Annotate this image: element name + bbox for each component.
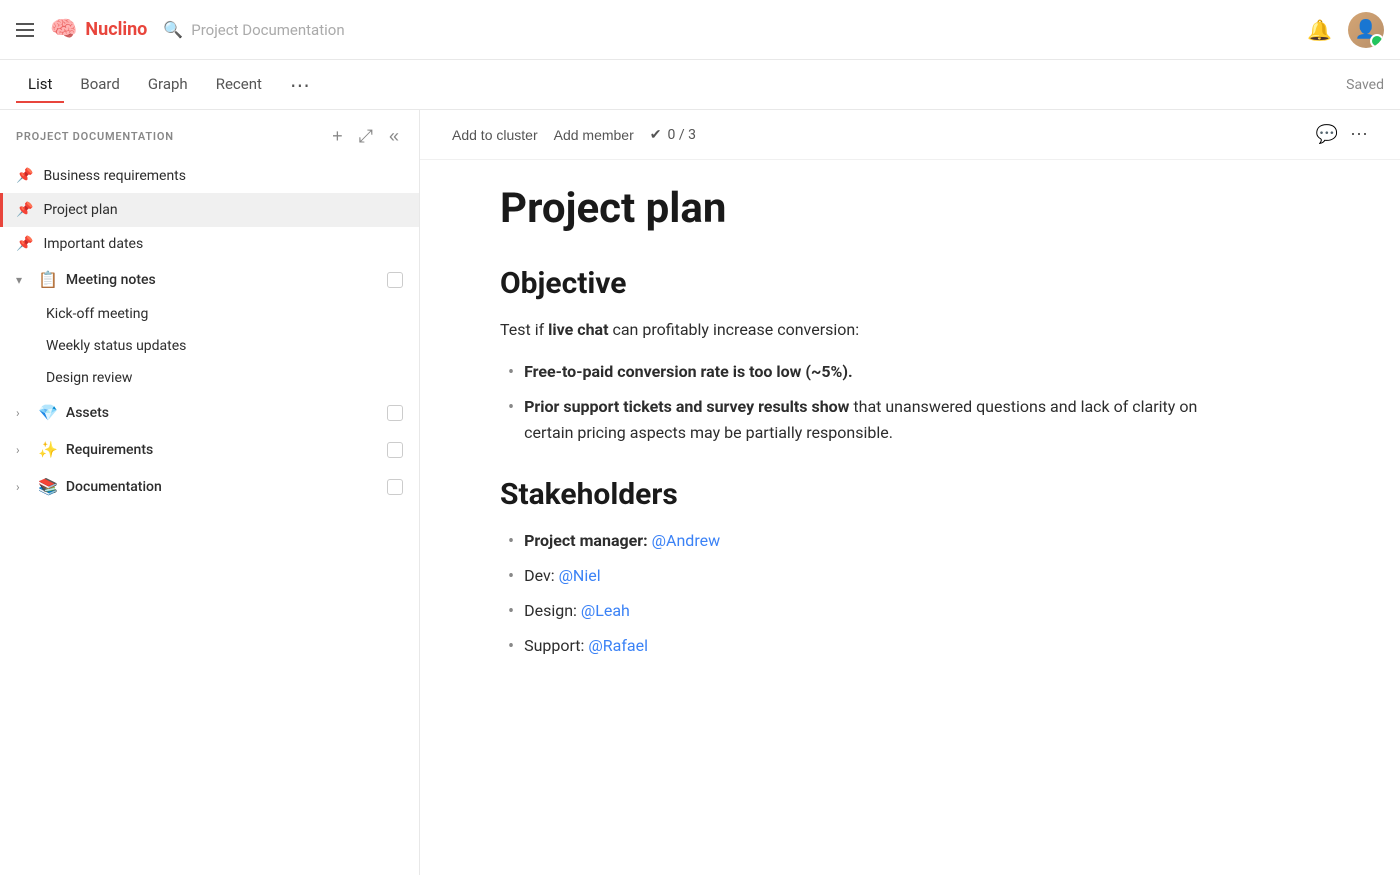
stakeholder-design: Design: @Leah	[500, 598, 1240, 625]
chevron-right-icon: ›	[16, 480, 30, 494]
pin-icon: 📌	[16, 168, 33, 184]
topbar-right: 🔔 👤	[1307, 12, 1384, 48]
document-title: Project plan	[500, 184, 1240, 234]
chevron-right-icon: ›	[16, 406, 30, 420]
search-placeholder: Project Documentation	[191, 21, 344, 39]
objective-heading: Objective	[500, 266, 1240, 301]
search-area[interactable]: 🔍 Project Documentation	[163, 20, 1291, 39]
sidebar-collapse-button[interactable]: «	[385, 124, 403, 149]
group-label: Assets	[66, 405, 379, 421]
logo-icon: 🧠	[50, 17, 77, 42]
group-label: Meeting notes	[66, 272, 379, 288]
tabs-more-icon[interactable]: ⋯	[282, 65, 318, 105]
sidebar-item-business-requirements[interactable]: 📌 Business requirements	[0, 159, 419, 193]
stakeholder-dev-link[interactable]: @Niel	[559, 566, 601, 585]
user-avatar[interactable]: 👤	[1348, 12, 1384, 48]
notification-bell-icon[interactable]: 🔔	[1307, 18, 1332, 42]
avatar-image: 👤	[1348, 12, 1384, 48]
hamburger-menu[interactable]	[16, 23, 34, 37]
group-emoji: ✨	[38, 440, 58, 459]
stakeholder-dev-text: Dev: @Niel	[524, 563, 601, 589]
task-count: ✔ 0 / 3	[650, 127, 696, 143]
tab-list[interactable]: List	[16, 67, 64, 103]
group-label: Documentation	[66, 479, 379, 495]
chevron-right-icon: ›	[16, 443, 30, 457]
chevron-down-icon: ▾	[16, 273, 30, 287]
add-to-cluster-button[interactable]: Add to cluster	[452, 125, 538, 145]
search-icon: 🔍	[163, 20, 183, 39]
group-checkbox[interactable]	[387, 272, 403, 288]
bullet-item-2: Prior support tickets and survey results…	[500, 394, 1240, 445]
document-content: Project plan Objective Test if live chat…	[420, 160, 1320, 752]
stakeholder-support-link[interactable]: @Rafael	[588, 636, 648, 655]
sidebar-group-meeting-notes[interactable]: ▾ 📋 Meeting notes	[0, 261, 419, 298]
sidebar-item-label: Important dates	[43, 236, 403, 252]
objective-bullets: Free-to-paid conversion rate is too low …	[500, 359, 1240, 445]
logo-text: Nuclino	[85, 19, 147, 40]
task-count-value: 0 / 3	[668, 127, 696, 143]
tab-graph[interactable]: Graph	[136, 67, 200, 103]
logo[interactable]: 🧠 Nuclino	[50, 17, 147, 42]
sidebar-item-project-plan[interactable]: 📌 Project plan	[0, 193, 419, 227]
sidebar-item-label: Project plan	[43, 202, 403, 218]
sidebar-child-design-review[interactable]: Design review	[0, 362, 419, 394]
more-options-icon[interactable]: ⋯	[1350, 124, 1368, 145]
group-checkbox[interactable]	[387, 479, 403, 495]
sidebar-child-kickoff[interactable]: Kick-off meeting	[0, 298, 419, 330]
sidebar-group-assets[interactable]: › 💎 Assets	[0, 394, 419, 431]
stakeholder-dev: Dev: @Niel	[500, 563, 1240, 590]
sidebar-add-button[interactable]: +	[328, 124, 347, 149]
stakeholder-pm-text: Project manager: @Andrew	[524, 528, 720, 554]
sidebar-expand-button[interactable]: ⤢	[355, 124, 377, 149]
tab-recent[interactable]: Recent	[204, 67, 274, 103]
sidebar-group-requirements[interactable]: › ✨ Requirements	[0, 431, 419, 468]
group-emoji: 💎	[38, 403, 58, 422]
stakeholder-design-text: Design: @Leah	[524, 598, 630, 624]
stakeholder-pm-link[interactable]: @Andrew	[652, 531, 720, 550]
stakeholders-list: Project manager: @Andrew Dev: @Niel Desi…	[500, 528, 1240, 660]
tab-board[interactable]: Board	[68, 67, 131, 103]
add-member-button[interactable]: Add member	[554, 125, 634, 145]
stakeholder-support: Support: @Rafael	[500, 633, 1240, 660]
group-emoji: 📋	[38, 270, 58, 289]
live-chat-bold: live chat	[548, 320, 608, 339]
sidebar-header: PROJECT DOCUMENTATION + ⤢ «	[0, 110, 419, 159]
group-checkbox[interactable]	[387, 442, 403, 458]
group-checkbox[interactable]	[387, 405, 403, 421]
stakeholder-support-text: Support: @Rafael	[524, 633, 648, 659]
saved-status: Saved	[1346, 77, 1384, 93]
sidebar: PROJECT DOCUMENTATION + ⤢ « 📌 Business r…	[0, 110, 420, 875]
sidebar-group-documentation[interactable]: › 📚 Documentation	[0, 468, 419, 505]
comment-icon[interactable]: 💬	[1316, 124, 1338, 145]
sidebar-item-important-dates[interactable]: 📌 Important dates	[0, 227, 419, 261]
topbar: 🧠 Nuclino 🔍 Project Documentation 🔔 👤	[0, 0, 1400, 60]
check-icon: ✔	[650, 127, 662, 143]
stakeholder-pm: Project manager: @Andrew	[500, 528, 1240, 555]
tabs-bar: List Board Graph Recent ⋯ Saved	[0, 60, 1400, 110]
bullet-text-1: Free-to-paid conversion rate is too low …	[524, 359, 853, 385]
sidebar-section-title: PROJECT DOCUMENTATION	[16, 130, 320, 143]
pin-icon: 📌	[16, 236, 33, 252]
pin-icon: 📌	[16, 202, 33, 218]
bullet-text-2: Prior support tickets and survey results…	[524, 394, 1240, 445]
content-toolbar: Add to cluster Add member ✔ 0 / 3 💬 ⋯	[420, 110, 1400, 160]
sidebar-child-weekly[interactable]: Weekly status updates	[0, 330, 419, 362]
toolbar-right: 💬 ⋯	[1316, 124, 1368, 145]
sidebar-item-label: Business requirements	[43, 168, 403, 184]
group-emoji: 📚	[38, 477, 58, 496]
stakeholders-section: Stakeholders Project manager: @Andrew De…	[500, 477, 1240, 660]
objective-intro: Test if live chat can profitably increas…	[500, 317, 1240, 343]
main-layout: PROJECT DOCUMENTATION + ⤢ « 📌 Business r…	[0, 110, 1400, 875]
stakeholder-design-link[interactable]: @Leah	[581, 601, 630, 620]
objective-section: Objective Test if live chat can profitab…	[500, 266, 1240, 445]
stakeholders-heading: Stakeholders	[500, 477, 1240, 512]
content-area: Add to cluster Add member ✔ 0 / 3 💬 ⋯ Pr…	[420, 110, 1400, 875]
bullet-item-1: Free-to-paid conversion rate is too low …	[500, 359, 1240, 386]
group-label: Requirements	[66, 442, 379, 458]
